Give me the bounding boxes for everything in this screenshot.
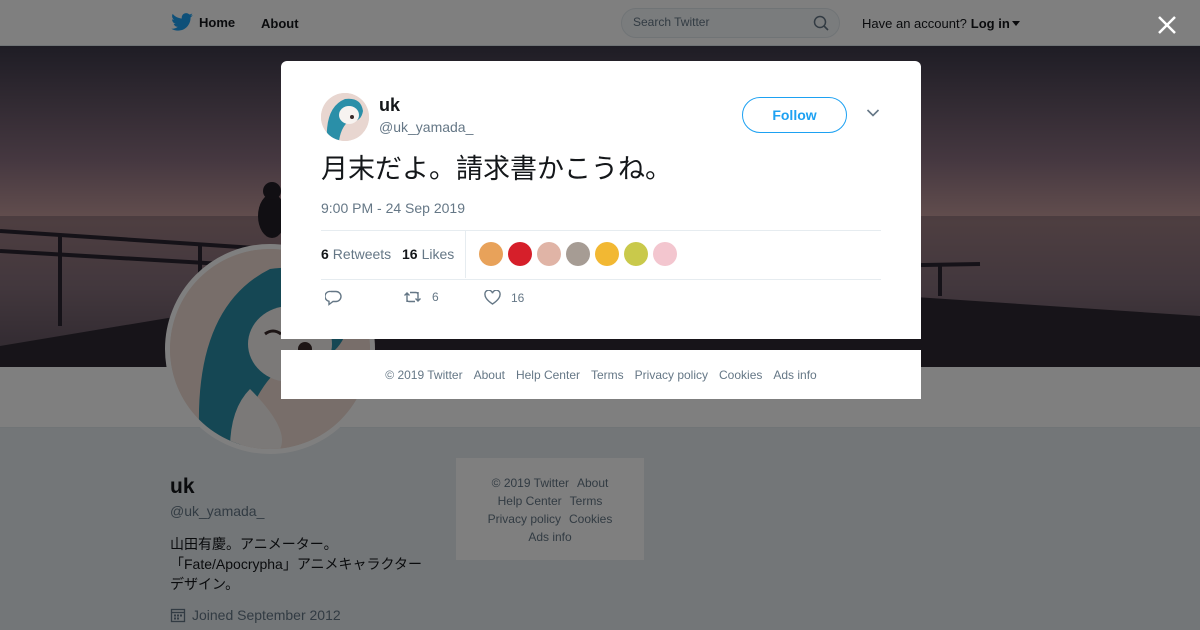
liker-avatar[interactable] — [508, 242, 532, 266]
modal-footer-copyright: © 2019 Twitter — [385, 367, 463, 382]
retweet-count: 6 — [432, 290, 439, 304]
tweet-text: 月末だよ。請求書かこうね。 — [321, 154, 672, 185]
liker-avatar[interactable] — [624, 242, 648, 266]
tweet-modal: uk @uk_yamada_ Follow 月末だよ。請求書かこうね。 9:00… — [281, 61, 921, 339]
liker-avatar[interactable] — [566, 242, 590, 266]
retweet-icon — [404, 291, 421, 303]
modal-footer-help-link[interactable]: Help Center — [516, 368, 580, 382]
likes-label: Likes — [421, 246, 455, 262]
modal-footer-about-link[interactable]: About — [474, 368, 505, 382]
liker-avatar[interactable] — [479, 242, 503, 266]
tweet-author-handle[interactable]: @uk_yamada_ — [379, 119, 473, 135]
likes-count: 16 — [402, 246, 418, 262]
retweets-stat[interactable]: 6 Retweets — [321, 246, 391, 262]
reply-action[interactable] — [325, 290, 342, 306]
follow-button[interactable]: Follow — [742, 97, 847, 133]
tweet-timestamp[interactable]: 9:00 PM - 24 Sep 2019 — [321, 200, 465, 216]
liker-avatar[interactable] — [537, 242, 561, 266]
likes-stat[interactable]: 16 Likes — [402, 246, 454, 262]
reply-icon — [325, 290, 342, 306]
modal-footer-terms-link[interactable]: Terms — [591, 368, 624, 382]
tweet-stats: 6 Retweets 16 Likes — [321, 230, 881, 280]
modal-footer-cookies-link[interactable]: Cookies — [719, 368, 762, 382]
chevron-down-icon[interactable] — [866, 108, 880, 118]
modal-footer: © 2019 Twitter About Help Center Terms P… — [281, 350, 921, 399]
tweet-author-avatar-art — [321, 93, 369, 141]
liker-avatar[interactable] — [595, 242, 619, 266]
liker-avatar[interactable] — [653, 242, 677, 266]
retweet-action[interactable]: 6 — [403, 290, 439, 304]
heart-icon — [484, 290, 501, 305]
retweets-count: 6 — [321, 246, 329, 262]
modal-footer-privacy-link[interactable]: Privacy policy — [635, 368, 708, 382]
liker-avatars — [479, 242, 677, 266]
modal-footer-ads-link[interactable]: Ads info — [773, 368, 816, 382]
like-action[interactable]: 16 — [484, 290, 524, 305]
retweets-label: Retweets — [332, 246, 392, 262]
close-icon[interactable] — [1154, 12, 1180, 38]
like-count: 16 — [511, 290, 525, 305]
tweet-author-avatar[interactable] — [321, 93, 369, 141]
stats-divider — [465, 231, 466, 278]
tweet-actions: 6 16 — [325, 290, 625, 310]
tweet-author-name[interactable]: uk — [379, 95, 400, 116]
